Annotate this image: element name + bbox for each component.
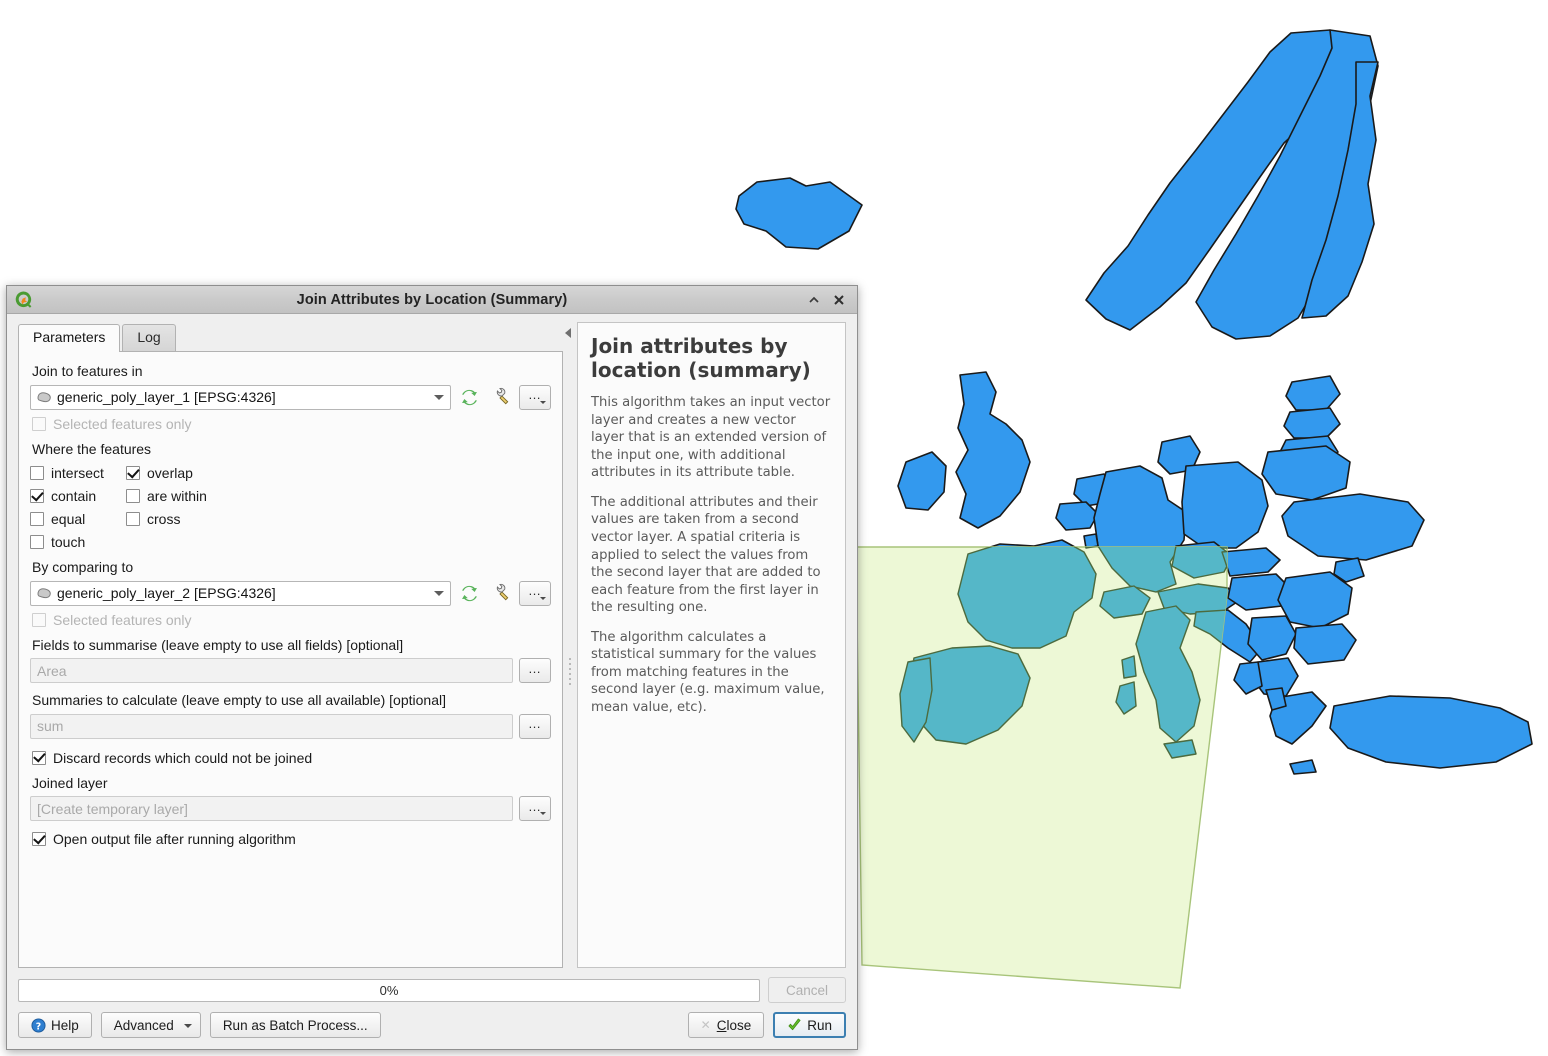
selected-features-only-2-label: Selected features only (53, 611, 192, 628)
summaries-to-calculate-browse-button[interactable]: … (519, 713, 551, 739)
by-comparing-to-value: generic_poly_layer_2 [EPSG:4326] (57, 585, 276, 601)
panel-splitter[interactable] (563, 322, 577, 968)
dialog-footer: 0% Cancel ? Help Advanced Run as Batch P… (7, 968, 857, 1049)
help-paragraph-1: This algorithm takes an input vector lay… (591, 395, 831, 481)
joined-layer-browse-button[interactable]: … (519, 796, 551, 821)
advanced-button-label: Advanced (113, 1017, 174, 1033)
predicate-overlap-label: overlap (147, 465, 193, 481)
selected-features-only-1-label: Selected features only (53, 415, 192, 432)
collapse-left-arrow-icon[interactable] (565, 328, 571, 338)
by-comparing-to-label: By comparing to (32, 559, 134, 575)
fields-to-summarise-label: Fields to summarise (leave empty to use … (32, 636, 404, 653)
cancel-button: Cancel (768, 977, 846, 1003)
predicates-grid: intersect overlap contain are within equ… (30, 465, 551, 550)
by-comparing-to-combo[interactable]: generic_poly_layer_2 [EPSG:4326] (30, 580, 451, 606)
where-the-features-label: Where the features (32, 440, 152, 457)
discard-records-row[interactable]: Discard records which could not be joine… (32, 750, 551, 766)
predicate-intersect[interactable]: intersect (30, 465, 126, 481)
predicate-contain[interactable]: contain (30, 488, 126, 504)
predicate-are-within[interactable]: are within (126, 488, 207, 504)
fields-to-summarise-browse-button[interactable]: … (519, 658, 551, 683)
selected-features-only-2-row: Selected features only (32, 612, 551, 628)
close-button[interactable]: ✕ Close (687, 1012, 765, 1038)
joined-layer-input[interactable]: [Create temporary layer] (30, 796, 513, 821)
help-title: Join attributes by location (summary) (591, 334, 811, 382)
predicate-intersect-label: intersect (51, 465, 104, 481)
summaries-to-calculate-input[interactable]: sum (30, 713, 513, 739)
predicate-cross-label: cross (147, 511, 181, 527)
predicate-touch-label: touch (51, 534, 86, 550)
dialog-title: Join Attributes by Location (Summary) (296, 291, 568, 308)
fields-to-summarise-input[interactable]: Area (30, 658, 513, 683)
help-button-label: Help (51, 1017, 79, 1033)
qgis-logo-icon (14, 290, 33, 309)
predicate-overlap-checkbox[interactable] (126, 466, 140, 480)
join-attributes-dialog[interactable]: Join Attributes by Location (Summary) Pa… (6, 285, 858, 1050)
predicate-intersect-checkbox[interactable] (30, 466, 44, 480)
run-as-batch-button[interactable]: Run as Batch Process... (209, 1012, 381, 1038)
join-to-features-browse-button[interactable]: … (519, 384, 551, 410)
join-to-features-label: Join to features in (32, 363, 143, 379)
tab-parameters[interactable]: Parameters (18, 323, 121, 352)
join-to-features-combo[interactable]: generic_poly_layer_1 [EPSG:4326] (30, 384, 451, 410)
advanced-button[interactable]: Advanced (100, 1012, 201, 1038)
selected-features-only-1-row: Selected features only (32, 416, 551, 432)
green-check-icon (787, 1018, 802, 1033)
open-output-checkbox[interactable] (32, 832, 46, 846)
chevron-down-icon[interactable] (183, 1024, 192, 1028)
help-paragraph-2: The additional attributes and their valu… (591, 494, 821, 616)
joined-layer-label: Joined layer (32, 774, 108, 791)
discard-records-checkbox[interactable] (32, 750, 46, 765)
help-button[interactable]: ? Help (18, 1012, 92, 1038)
predicate-contain-checkbox[interactable] (30, 489, 44, 503)
dialog-tabs[interactable]: Parameters Log (18, 322, 563, 352)
predicate-overlap[interactable]: overlap (126, 465, 193, 481)
selected-features-only-1-checkbox (32, 416, 46, 431)
discard-records-label: Discard records which could not be joine… (53, 749, 313, 766)
close-x-icon: ✕ (700, 1018, 711, 1032)
predicate-cross[interactable]: cross (126, 511, 180, 527)
svg-text:?: ? (36, 1021, 41, 1032)
chevron-down-icon[interactable] (430, 394, 448, 400)
open-output-row[interactable]: Open output file after running algorithm (32, 831, 551, 847)
predicate-equal-label: equal (51, 511, 86, 527)
algorithm-help-panel: Join attributes by location (summary) Th… (577, 322, 846, 968)
splitter-grip[interactable] (569, 657, 571, 685)
shade-chevron-up-icon[interactable] (807, 293, 821, 307)
polygon-layer-icon (36, 586, 53, 600)
selected-features-only-2-checkbox (32, 612, 46, 627)
parameters-panel: Join to features in generic_poly_layer_1… (18, 351, 563, 968)
run-button[interactable]: Run (773, 1012, 846, 1038)
predicate-are-within-checkbox[interactable] (126, 489, 140, 503)
run-button-label: Run (807, 1017, 832, 1033)
predicate-contain-label: contain (51, 488, 97, 504)
predicate-equal-checkbox[interactable] (30, 512, 44, 526)
close-button-label-rest: lose (726, 1017, 752, 1033)
chevron-down-icon[interactable] (430, 590, 448, 596)
close-x-icon[interactable] (832, 293, 846, 307)
wrench-icon[interactable] (488, 385, 513, 409)
wrench-icon[interactable] (488, 581, 513, 605)
join-to-features-value: generic_poly_layer_1 [EPSG:4326] (57, 389, 276, 405)
question-circle-icon: ? (31, 1017, 46, 1033)
polygon-layer-icon (36, 390, 53, 404)
predicate-touch-checkbox[interactable] (30, 535, 44, 549)
progress-bar: 0% (18, 978, 760, 1002)
iterate-refresh-icon[interactable] (457, 581, 482, 605)
predicate-are-within-label: are within (147, 488, 207, 504)
tab-log[interactable]: Log (122, 323, 176, 351)
predicate-equal[interactable]: equal (30, 511, 126, 527)
predicate-touch[interactable]: touch (30, 534, 126, 550)
help-paragraph-3: The algorithm calculates a statistical s… (591, 629, 825, 715)
predicate-cross-checkbox[interactable] (126, 512, 140, 526)
summaries-to-calculate-label: Summaries to calculate (leave empty to u… (32, 692, 446, 708)
open-output-label: Open output file after running algorithm (53, 831, 296, 847)
iterate-refresh-icon[interactable] (457, 385, 482, 409)
dialog-titlebar[interactable]: Join Attributes by Location (Summary) (7, 286, 857, 314)
by-comparing-to-browse-button[interactable]: … (519, 580, 551, 606)
